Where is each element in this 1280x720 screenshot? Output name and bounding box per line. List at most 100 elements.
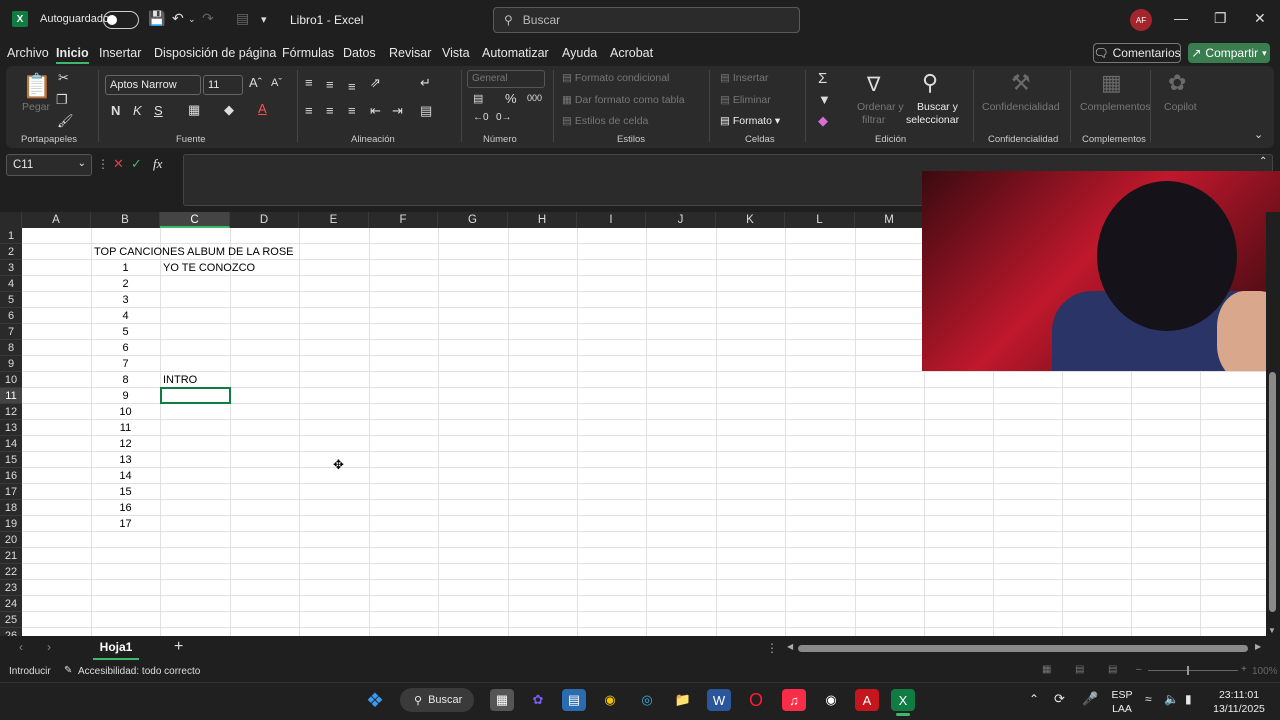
cell-c3[interactable]: YO TE CONOZCO [163, 260, 255, 276]
battery-icon[interactable]: ▮ [1185, 692, 1192, 706]
tab-acrobat[interactable]: Acrobat [610, 46, 653, 60]
insert-cells-button[interactable]: ▤ Insertar [720, 72, 768, 84]
find-select-label-1[interactable]: Buscar y [917, 101, 958, 113]
opera-icon[interactable]: O [744, 689, 768, 711]
font-name-select[interactable]: Aptos Narrow [105, 75, 201, 95]
cell-b17[interactable]: 15 [91, 484, 160, 500]
cell-b14[interactable]: 12 [91, 436, 160, 452]
tab-revisar[interactable]: Revisar [389, 46, 431, 60]
close-icon[interactable]: ✕ [1254, 10, 1266, 27]
row-header-12[interactable]: 12 [0, 404, 22, 420]
format-cells-button[interactable]: ▤ Formato ▾ [720, 115, 780, 127]
addins-button[interactable]: Complementos [1080, 101, 1151, 113]
row-header-15[interactable]: 15 [0, 452, 22, 468]
conditional-format-button[interactable]: ▤ Formato condicional [562, 72, 669, 84]
copilot-button[interactable]: Copilot [1164, 101, 1197, 113]
confidentiality-button[interactable]: Confidencialidad [982, 101, 1060, 113]
cell-b4[interactable]: 2 [91, 276, 160, 292]
windows-start-icon[interactable]: ❖ [363, 689, 387, 712]
copilot-app-icon[interactable]: ✿ [526, 689, 550, 711]
cell-c10[interactable]: INTRO [163, 372, 197, 388]
align-center-icon[interactable]: ≡ [326, 103, 334, 118]
copilot-icon[interactable]: ✿ [1168, 70, 1186, 96]
column-header-k[interactable]: K [716, 212, 785, 228]
maximize-icon[interactable]: ❐ [1214, 10, 1227, 27]
clock-time[interactable]: 23:11:01 [1212, 689, 1266, 701]
cell-b8[interactable]: 6 [91, 340, 160, 356]
row-header-2[interactable]: 2 [0, 244, 22, 260]
scroll-right-icon[interactable]: ▶ [1255, 642, 1261, 651]
fill-icon[interactable]: ▼ [818, 92, 831, 107]
increase-indent-icon[interactable]: ⇥ [392, 103, 403, 119]
column-header-l[interactable]: L [785, 212, 855, 228]
cell-b16[interactable]: 14 [91, 468, 160, 484]
row-header-8[interactable]: 8 [0, 340, 22, 356]
save-icon[interactable]: 💾 [148, 10, 165, 27]
column-header-c[interactable]: C [160, 212, 230, 228]
align-left-icon[interactable]: ≡ [305, 103, 313, 118]
tab-datos[interactable]: Datos [343, 46, 376, 60]
fill-color-icon[interactable]: ◆ [224, 102, 234, 118]
row-header-17[interactable]: 17 [0, 484, 22, 500]
row-header-23[interactable]: 23 [0, 580, 22, 596]
cell-b19[interactable]: 17 [91, 516, 160, 532]
cell-styles-button[interactable]: ▤ Estilos de celda [562, 115, 648, 127]
borders-icon[interactable]: ▦ [188, 102, 200, 118]
file-explorer-icon[interactable]: 📁 [671, 689, 695, 711]
undo-icon[interactable]: ↶ [172, 10, 184, 27]
autosave-toggle[interactable] [103, 11, 139, 29]
bold-button[interactable]: N [111, 103, 120, 118]
sensitivity-icon[interactable]: ⚒ [1011, 70, 1031, 96]
number-format-select[interactable]: General [467, 70, 545, 88]
row-header-20[interactable]: 20 [0, 532, 22, 548]
row-header-4[interactable]: 4 [0, 276, 22, 292]
zoom-level[interactable]: 100% [1252, 666, 1278, 677]
acrobat-icon[interactable]: A [855, 689, 879, 711]
obs-icon[interactable]: ◉ [819, 689, 843, 711]
cell-b12[interactable]: 10 [91, 404, 160, 420]
row-header-10[interactable]: 10 [0, 372, 22, 388]
font-size-select[interactable]: 11 [203, 75, 243, 95]
clear-icon[interactable]: ◆ [818, 113, 828, 129]
row-header-16[interactable]: 16 [0, 468, 22, 484]
tab-insertar[interactable]: Insertar [99, 46, 141, 60]
page-break-icon[interactable]: ▤ [1108, 664, 1117, 675]
microphone-icon[interactable]: 🎤 [1082, 691, 1098, 707]
zoom-out-icon[interactable]: – [1136, 664, 1142, 675]
autosum-icon[interactable]: Σ [818, 70, 827, 87]
undo-dropdown-icon[interactable]: ⌄ [188, 14, 196, 25]
row-header-19[interactable]: 19 [0, 516, 22, 532]
scroll-down-icon[interactable]: ▼ [1268, 626, 1276, 635]
sheet-tab-hoja1[interactable]: Hoja1 [93, 636, 139, 660]
cell-b11[interactable]: 9 [91, 388, 160, 404]
align-right-icon[interactable]: ≡ [348, 103, 356, 118]
decrease-indent-icon[interactable]: ⇤ [370, 103, 381, 119]
find-select-icon[interactable]: ⚲ [922, 70, 938, 96]
accessibility-status[interactable]: Accesibilidad: todo correcto [78, 666, 200, 677]
page-layout-icon[interactable]: ▤ [1075, 664, 1084, 675]
format-painter-icon[interactable]: 🖌 [57, 113, 74, 129]
column-header-a[interactable]: A [22, 212, 91, 228]
edge-icon[interactable]: ◎ [635, 689, 659, 711]
row-header-7[interactable]: 7 [0, 324, 22, 340]
row-header-14[interactable]: 14 [0, 436, 22, 452]
addins-icon[interactable]: ▦ [1101, 70, 1122, 96]
row-header-5[interactable]: 5 [0, 292, 22, 308]
prev-sheet-icon[interactable]: ‹ [19, 640, 23, 654]
delete-cells-button[interactable]: ▤ Eliminar [720, 94, 771, 106]
comments-button[interactable]: 🗨 Comentarios [1093, 43, 1181, 63]
italic-button[interactable]: K [133, 103, 142, 118]
row-header-11[interactable]: 11 [0, 388, 22, 404]
minimize-icon[interactable]: — [1174, 10, 1188, 26]
column-header-m[interactable]: M [855, 212, 924, 228]
language-indicator-1[interactable]: ESP [1110, 689, 1134, 701]
increase-decimal-icon[interactable]: ←0 [473, 112, 489, 123]
name-box[interactable]: C11 ⌄ [6, 154, 92, 176]
tab-disposicion[interactable]: Disposición de página [154, 46, 276, 60]
comma-style-icon[interactable]: 000 [527, 93, 542, 103]
row-header-1[interactable]: 1 [0, 228, 22, 244]
sync-icon[interactable]: ⟳ [1054, 691, 1065, 707]
zoom-slider[interactable] [1148, 670, 1238, 671]
more-options-icon[interactable]: ⋮ [766, 641, 778, 655]
cell-b10[interactable]: 8 [91, 372, 160, 388]
